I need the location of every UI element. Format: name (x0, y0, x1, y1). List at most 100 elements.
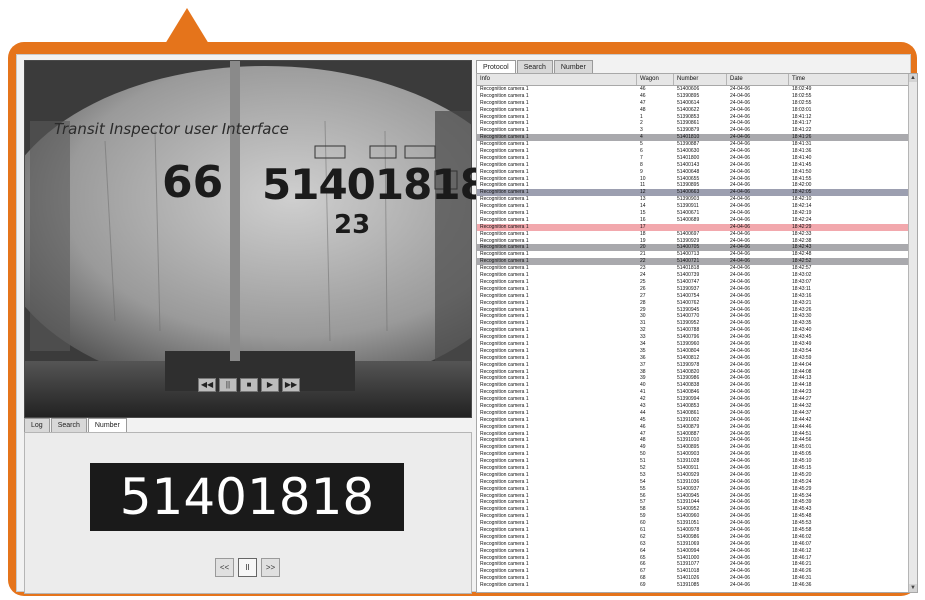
scroll-up-icon[interactable]: ▲ (909, 74, 917, 82)
table-row[interactable]: Recognition camera 1 47 51400887 24-04-06 18… (477, 431, 909, 438)
table-row[interactable]: Recognition camera 1 25 51400747 24-04-06 18… (477, 279, 909, 286)
column-header-time[interactable]: Time (789, 74, 909, 85)
table-row[interactable]: Recognition camera 1 49 51400895 24-04-06 18… (477, 444, 909, 451)
table-row[interactable]: Recognition camera 1 9 51400648 24-04-06 18:… (477, 169, 909, 176)
fast-forward-button[interactable]: ▶▶ (282, 378, 300, 392)
tab-number-right[interactable]: Number (553, 60, 593, 74)
table-row[interactable]: Recognition camera 1 58 51400952 24-04-06 18… (477, 506, 909, 513)
table-row[interactable]: Recognition camera 1 18 51400697 24-04-06 18… (477, 231, 909, 238)
table-row[interactable]: Recognition camera 1 50 51400903 24-04-06 18… (477, 451, 909, 458)
column-header-number[interactable]: Number (674, 74, 727, 85)
table-row[interactable]: Recognition camera 1 31 51390952 24-04-06 18… (477, 320, 909, 327)
table-row[interactable]: Recognition camera 1 30 51400770 24-04-06 18… (477, 313, 909, 320)
table-row[interactable]: Recognition camera 1 19 51390929 24-04-06 18… (477, 238, 909, 245)
table-row[interactable]: Recognition camera 1 40 51400838 24-04-06 18… (477, 382, 909, 389)
table-row[interactable]: Recognition camera 1 37 51390978 24-04-06 18… (477, 362, 909, 369)
table-row[interactable]: Recognition camera 1 32 51400788 24-04-06 18… (477, 327, 909, 334)
table-row[interactable]: Recognition camera 1 46 51400606 24-04-06 18… (477, 86, 909, 93)
table-row[interactable]: Recognition camera 1 11 51390895 24-04-06 18… (477, 182, 909, 189)
table-row[interactable]: Recognition camera 1 29 51390945 24-04-06 18… (477, 307, 909, 314)
table-row[interactable]: Recognition camera 1 46 51390895 24-04-06 18… (477, 93, 909, 100)
column-header-info[interactable]: Info (477, 74, 637, 85)
table-row[interactable]: Recognition camera 1 52 51400911 24-04-06 18… (477, 465, 909, 472)
tab-number[interactable]: Number (87, 418, 127, 432)
cell-date: 24-04-06 (730, 99, 751, 106)
table-row[interactable]: Recognition camera 1 41 51400846 24-04-06 18… (477, 389, 909, 396)
table-row[interactable]: Recognition camera 1 14 51390911 24-04-06 18… (477, 203, 909, 210)
previous-button[interactable]: << (215, 558, 234, 577)
table-row[interactable]: Recognition camera 1 16 51400689 24-04-06 18… (477, 217, 909, 224)
table-row[interactable]: Recognition camera 1 36 51400812 24-04-06 18… (477, 355, 909, 362)
table-row[interactable]: Recognition camera 1 48 51391010 24-04-06 18… (477, 437, 909, 444)
table-row[interactable]: Recognition camera 1 56 51400945 24-04-06 18… (477, 493, 909, 500)
table-row[interactable]: Recognition camera 1 55 51400937 24-04-06 18… (477, 486, 909, 493)
next-button[interactable]: >> (261, 558, 280, 577)
table-row[interactable]: Recognition camera 1 57 51391044 24-04-06 18… (477, 499, 909, 506)
table-row[interactable]: Recognition camera 1 46 51400879 24-04-06 18… (477, 424, 909, 431)
table-row[interactable]: Recognition camera 1 4 51401810 24-04-06 18:… (477, 134, 909, 142)
table-row[interactable]: Recognition camera 1 44 51400861 24-04-06 18… (477, 410, 909, 417)
table-row[interactable]: Recognition camera 1 43 51400853 24-04-06 18… (477, 403, 909, 410)
table-row[interactable]: Recognition camera 1 39 51390986 24-04-06 18… (477, 375, 909, 382)
table-row[interactable]: Recognition camera 1 54 51391036 24-04-06 18… (477, 479, 909, 486)
table-row[interactable]: Recognition camera 1 12 51400663 24-04-06 18… (477, 189, 909, 197)
table-row[interactable]: Recognition camera 1 51 51391028 24-04-06 18… (477, 458, 909, 465)
rewind-button[interactable]: ◀◀ (198, 378, 216, 392)
table-row[interactable]: Recognition camera 1 8 51400143 24-04-06 18:… (477, 162, 909, 169)
vertical-scrollbar[interactable]: ▲ ▼ (908, 74, 917, 592)
column-header-date[interactable]: Date (727, 74, 789, 85)
table-row[interactable]: Recognition camera 1 26 51390937 24-04-06 18… (477, 286, 909, 293)
table-row[interactable]: Recognition camera 1 21 51400713 24-04-06 18… (477, 251, 909, 258)
tab-protocol[interactable]: Protocol (476, 60, 516, 74)
tab-log[interactable]: Log (24, 418, 50, 432)
stop-button[interactable]: ■ (240, 378, 258, 392)
table-row[interactable]: Recognition camera 1 20 51400705 24-04-06 18… (477, 244, 909, 252)
table-row[interactable]: Recognition camera 1 33 51400796 24-04-06 18… (477, 334, 909, 341)
cell-time: 18:44:46 (792, 423, 812, 430)
table-row[interactable]: Recognition camera 1 10 51400655 24-04-06 18… (477, 176, 909, 183)
table-row[interactable]: Recognition camera 1 64 51400994 24-04-06 18… (477, 548, 909, 555)
table-row[interactable]: Recognition camera 1 42 51390994 24-04-06 18… (477, 396, 909, 403)
table-row[interactable]: Recognition camera 1 53 51400929 24-04-06 18… (477, 472, 909, 479)
camera-video-view[interactable] (24, 60, 472, 418)
table-row[interactable]: Recognition camera 1 61 51400978 24-04-06 18… (477, 527, 909, 534)
scroll-down-icon[interactable]: ▼ (909, 584, 917, 592)
table-row[interactable]: Recognition camera 1 66 51391077 24-04-06 18… (477, 561, 909, 568)
table-row[interactable]: Recognition camera 1 69 51391085 24-04-06 18… (477, 582, 909, 589)
table-row[interactable]: Recognition camera 1 23 51401818 24-04-06 18… (477, 265, 909, 272)
table-row[interactable]: Recognition camera 1 6 51400630 24-04-06 18:… (477, 148, 909, 155)
pause-button[interactable]: || (219, 378, 237, 392)
table-row[interactable]: Recognition camera 1 38 51400820 24-04-06 18… (477, 369, 909, 376)
table-row[interactable]: Recognition camera 1 60 51391051 24-04-06 18… (477, 520, 909, 527)
table-row[interactable]: Recognition camera 1 63 51391069 24-04-06 18… (477, 541, 909, 548)
table-row[interactable]: Recognition camera 1 1 51390853 24-04-06 18:… (477, 114, 909, 121)
table-row[interactable]: Recognition camera 1 17 24-04-06 18:42:29 (477, 223, 909, 231)
cell-info: Recognition camera 1 (480, 237, 529, 244)
table-row[interactable]: Recognition camera 1 48 51400622 24-04-06 18… (477, 107, 909, 114)
table-row[interactable]: Recognition camera 1 35 51400804 24-04-06 18… (477, 348, 909, 355)
table-row[interactable]: Recognition camera 1 28 51400762 24-04-06 18… (477, 300, 909, 307)
table-row[interactable]: Recognition camera 1 68 51401026 24-04-06 18… (477, 575, 909, 582)
table-row[interactable]: Recognition camera 1 47 51400614 24-04-06 18… (477, 100, 909, 107)
table-row[interactable]: Recognition camera 1 67 51401018 24-04-06 18… (477, 568, 909, 575)
table-row[interactable]: Recognition camera 1 34 51390960 24-04-06 18… (477, 341, 909, 348)
column-header-wagon[interactable]: Wagon (637, 74, 674, 85)
table-row[interactable]: Recognition camera 1 59 51400960 24-04-06 18… (477, 513, 909, 520)
table-row[interactable]: Recognition camera 1 7 51401800 24-04-06 18:… (477, 155, 909, 162)
cell-info: Recognition camera 1 (480, 313, 529, 320)
table-row[interactable]: Recognition camera 1 3 51390879 24-04-06 18:… (477, 127, 909, 134)
table-row[interactable]: Recognition camera 1 13 51390903 24-04-06 18… (477, 196, 909, 203)
table-row[interactable]: Recognition camera 1 2 51390861 24-04-06 18:… (477, 120, 909, 127)
table-row[interactable]: Recognition camera 1 65 51401000 24-04-06 18… (477, 555, 909, 562)
table-row[interactable]: Recognition camera 1 24 51400739 24-04-06 18… (477, 272, 909, 279)
current-button[interactable]: II (238, 558, 257, 577)
table-row[interactable]: Recognition camera 1 5 51390887 24-04-06 18:… (477, 141, 909, 148)
tab-search-right[interactable]: Search (516, 60, 553, 74)
table-row[interactable]: Recognition camera 1 15 51400671 24-04-06 18… (477, 210, 909, 217)
tab-search[interactable]: Search (50, 418, 87, 432)
table-row[interactable]: Recognition camera 1 45 51391002 24-04-06 18… (477, 417, 909, 424)
play-button[interactable]: ▶ (261, 378, 279, 392)
table-row[interactable]: Recognition camera 1 62 51400986 24-04-06 18… (477, 534, 909, 541)
table-row[interactable]: Recognition camera 1 22 51400721 24-04-06 18… (477, 258, 909, 266)
table-row[interactable]: Recognition camera 1 27 51400754 24-04-06 18… (477, 293, 909, 300)
